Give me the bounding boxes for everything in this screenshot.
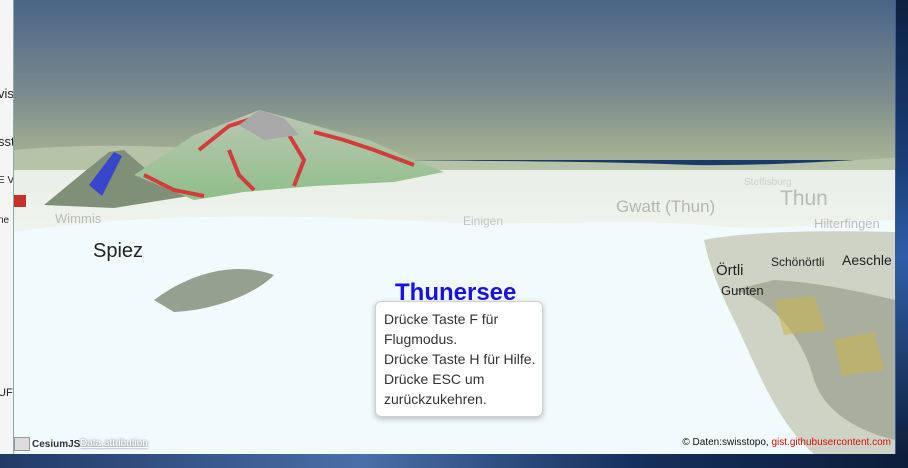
- map-label-schoenoertli: Schönörtli: [771, 255, 825, 269]
- credits: © Daten:swisstopo, gist.githubuserconten…: [682, 437, 891, 448]
- map-label-wimmis: Wimmis: [55, 211, 102, 226]
- data-attribution-link[interactable]: Data attribution: [80, 438, 148, 449]
- broken-image-icon: [14, 437, 30, 451]
- desktop-wallpaper-bottom: [0, 454, 908, 468]
- sky: [14, 0, 895, 160]
- desktop-wallpaper: [894, 0, 908, 468]
- map-label-gwatt: Gwatt (Thun): [616, 197, 716, 216]
- background-page: vis sst E V ne UF: [0, 0, 14, 468]
- help-line-flight-mode: Drücke Taste F für Flugmodus.: [384, 311, 499, 347]
- map-label-spiez: Spiez: [93, 240, 144, 262]
- map-label-gunten: Gunten: [721, 283, 764, 298]
- background-text-fragment: ne: [0, 215, 10, 226]
- credits-prefix: © Daten:swisstopo,: [682, 437, 772, 448]
- background-text-fragment: sst: [0, 134, 14, 149]
- background-text-fragment: E V: [0, 175, 14, 186]
- background-text-fragment: UF: [0, 387, 13, 399]
- help-line-escape: Drücke ESC um zurückzukehren.: [384, 371, 487, 407]
- left-red-patch: [14, 195, 26, 207]
- help-line-help: Drücke Taste H für Hilfe.: [384, 351, 536, 367]
- map-label-hilterfingen: Hilterfingen: [814, 216, 880, 231]
- map-label-einigen: Einigen: [463, 214, 504, 228]
- background-text-fragment: vis: [0, 86, 14, 101]
- map-label-oertli: Örtli: [716, 262, 744, 279]
- map-label-thun: Thun: [780, 187, 828, 210]
- map-label-aeschle: Aeschle: [842, 252, 892, 268]
- keyboard-help-popup: Drücke Taste F für Flugmodus. Drücke Tas…: [375, 301, 543, 417]
- cesium-logo-text: CesiumJS: [32, 438, 81, 450]
- credits-link[interactable]: gist.githubusercontent.com: [771, 437, 891, 448]
- cesium-3d-viewer[interactable]: Steffisburg Wimmis Spiez Einigen Gwatt (…: [13, 0, 896, 454]
- cesium-logo[interactable]: CesiumJS: [14, 437, 80, 451]
